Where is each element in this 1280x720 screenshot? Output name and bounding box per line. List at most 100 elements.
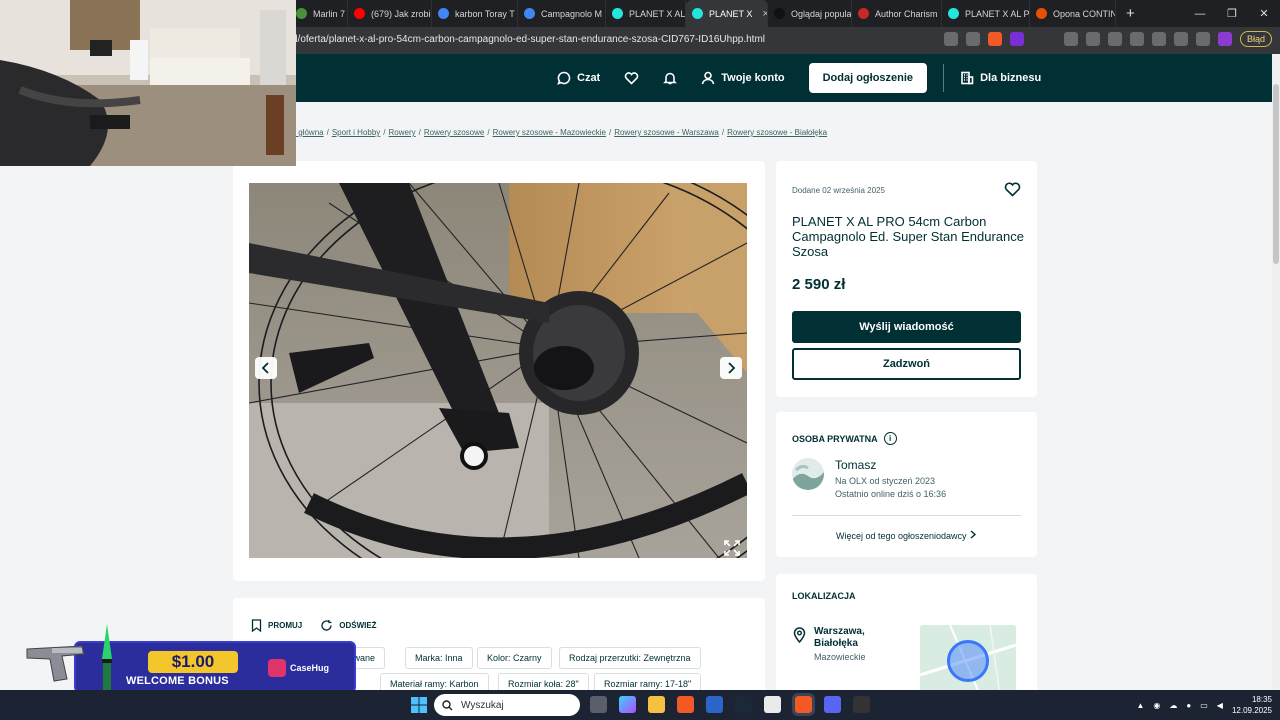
browser-tab[interactable]: Author Charism	[852, 0, 942, 27]
date-added: Dodane 02 września 2025	[792, 186, 885, 195]
chevron-up-icon[interactable]: ▲	[1136, 701, 1144, 710]
music-icon[interactable]	[1107, 32, 1122, 46]
page-scrollbar[interactable]	[1272, 54, 1280, 690]
scrollbar-thumb[interactable]	[1273, 84, 1279, 264]
breadcrumb: rona główna / Sport i Hobby / Rowery / Rowery …	[280, 128, 827, 137]
volume-icon[interactable]: ◀	[1217, 701, 1223, 710]
tab-favicon-icon	[612, 8, 623, 19]
listing-info-card: Dodane 02 września 2025 PLANET X AL PRO …	[776, 161, 1037, 397]
tab-label: PLANET X	[709, 8, 753, 19]
location-map[interactable]	[920, 625, 1016, 695]
error-status-button[interactable]: Błąd	[1239, 31, 1272, 47]
gallery-prev-button[interactable]	[255, 357, 277, 379]
brave-active-icon[interactable]	[792, 693, 815, 716]
onedrive-icon[interactable]: ☁	[1169, 701, 1177, 710]
browser-tab[interactable]: (679) Jak zrobić	[348, 0, 432, 27]
share-icon[interactable]	[965, 32, 980, 46]
new-tab-button[interactable]: +	[1116, 5, 1145, 22]
store-icon[interactable]	[706, 696, 723, 713]
gallery-next-button[interactable]	[720, 357, 742, 379]
chevron-right-icon	[728, 362, 736, 374]
browser-tab[interactable]: Campagnolo M	[518, 0, 606, 27]
notepad-icon[interactable]	[764, 696, 781, 713]
microphone-icon[interactable]: ●	[1186, 701, 1191, 710]
browser-tab[interactable]: PLANET X×	[686, 0, 768, 27]
minimize-button[interactable]: —	[1184, 0, 1216, 27]
fullscreen-button[interactable]	[720, 536, 744, 560]
profile-icon[interactable]	[1217, 32, 1232, 46]
more-from-seller-link[interactable]: Więcej od tego ogłoszeniodawcy	[776, 530, 1037, 541]
tab-favicon-icon	[524, 8, 535, 19]
favorites-link[interactable]	[624, 71, 639, 85]
bell-icon	[663, 72, 678, 85]
business-link[interactable]: Dla biznesu	[960, 71, 1041, 85]
building-icon	[961, 71, 974, 85]
clock-date: 12.09.2025	[1231, 706, 1272, 715]
breadcrumb-link[interactable]: Rowery szosowe - Mazowieckie	[493, 128, 606, 137]
location-city: Warszawa, Białołęka	[814, 626, 865, 649]
param-tag: Kolor: Czarny	[477, 647, 552, 669]
browser-tab[interactable]: Marlin 7 Gen 2	[290, 0, 348, 27]
app-icon[interactable]	[853, 696, 870, 713]
chevron-left-icon	[261, 362, 269, 374]
browser-tab[interactable]: PLANET X AL P	[606, 0, 686, 27]
breadcrumb-link[interactable]: Rowery szosowe - Białołęka	[727, 128, 827, 137]
close-window-button[interactable]: ✕	[1248, 0, 1280, 27]
chat-label: Czat	[577, 72, 601, 84]
vpn-icon[interactable]	[1195, 32, 1210, 46]
brave-browser-icon[interactable]	[677, 696, 694, 713]
steam-icon[interactable]	[735, 696, 752, 713]
account-link[interactable]: Twoje konto	[701, 71, 785, 85]
extensions-icon[interactable]	[1063, 32, 1078, 46]
tab-label: Author Charism	[875, 8, 938, 19]
favorite-button[interactable]	[1004, 181, 1021, 202]
location-region: Mazowieckie	[814, 652, 866, 662]
avatar-image	[792, 458, 824, 490]
tray-app-icon[interactable]: ◉	[1153, 701, 1160, 710]
chat-icon	[557, 71, 571, 85]
leo-icon[interactable]	[1173, 32, 1188, 46]
tab-label: (679) Jak zrobić	[371, 8, 432, 19]
reader-mode-icon[interactable]	[943, 32, 958, 46]
tab-label: Marlin 7 Gen 2	[313, 8, 347, 19]
browser-tab[interactable]: Opona CONTIN	[1030, 0, 1116, 27]
wallet-icon[interactable]	[1151, 32, 1166, 46]
banner-amount: $1.00	[148, 651, 238, 673]
add-listing-button[interactable]: Dodaj ogłoszenie	[808, 63, 928, 93]
breadcrumb-link[interactable]: Sport i Hobby	[332, 128, 380, 137]
breadcrumb-link[interactable]: Rowery szosowe	[424, 128, 484, 137]
copilot-icon[interactable]	[619, 696, 636, 713]
breadcrumb-separator: /	[487, 128, 490, 137]
url-field[interactable]: d/oferta/planet-x-al-pro-54cm-carbon-cam…	[292, 34, 765, 45]
tab-label: karbon Toray T	[455, 8, 515, 19]
heart-icon	[624, 72, 639, 85]
info-icon[interactable]: i	[883, 432, 897, 445]
file-explorer-icon[interactable]	[648, 696, 665, 713]
maximize-button[interactable]: ❐	[1216, 0, 1248, 27]
breadcrumb-link[interactable]: Rowery	[389, 128, 416, 137]
site-nav: Czat Twoje konto Dodaj ogłoszenie Dla bi…	[557, 54, 1065, 102]
browser-tab[interactable]: Oglądaj popula	[768, 0, 852, 27]
window-controls: — ❐ ✕	[1184, 0, 1280, 27]
discord-icon[interactable]	[824, 696, 841, 713]
casehug-ad-banner[interactable]: $1.00 WELCOME BONUS CaseHug	[22, 624, 357, 696]
screenshot-icon[interactable]	[1085, 32, 1100, 46]
clock[interactable]: 18:35 12.09.2025	[1232, 694, 1272, 716]
taskbar-search[interactable]: Wyszukaj	[434, 694, 580, 716]
task-view-icon[interactable]	[590, 696, 607, 713]
sidebar-icon[interactable]	[1129, 32, 1144, 46]
location-card: LOKALIZACJA Warszawa, Białołęka Mazowiec…	[776, 574, 1037, 704]
rewards-icon[interactable]	[1009, 32, 1024, 46]
listing-photo[interactable]	[249, 183, 747, 558]
send-message-button[interactable]: Wyślij wiadomość	[792, 311, 1021, 343]
brave-shield-icon[interactable]	[987, 32, 1002, 46]
breadcrumb-link[interactable]: Rowery szosowe - Warszawa	[614, 128, 719, 137]
breadcrumb-separator: /	[418, 128, 421, 137]
notifications-link[interactable]	[663, 71, 678, 85]
call-button[interactable]: Zadzwoń	[792, 348, 1021, 380]
network-icon[interactable]: ▭	[1200, 701, 1208, 710]
windows-start-icon[interactable]	[411, 697, 427, 713]
chat-link[interactable]: Czat	[557, 71, 600, 85]
browser-tab[interactable]: karbon Toray T	[432, 0, 518, 27]
browser-tab[interactable]: PLANET X AL P	[942, 0, 1030, 27]
